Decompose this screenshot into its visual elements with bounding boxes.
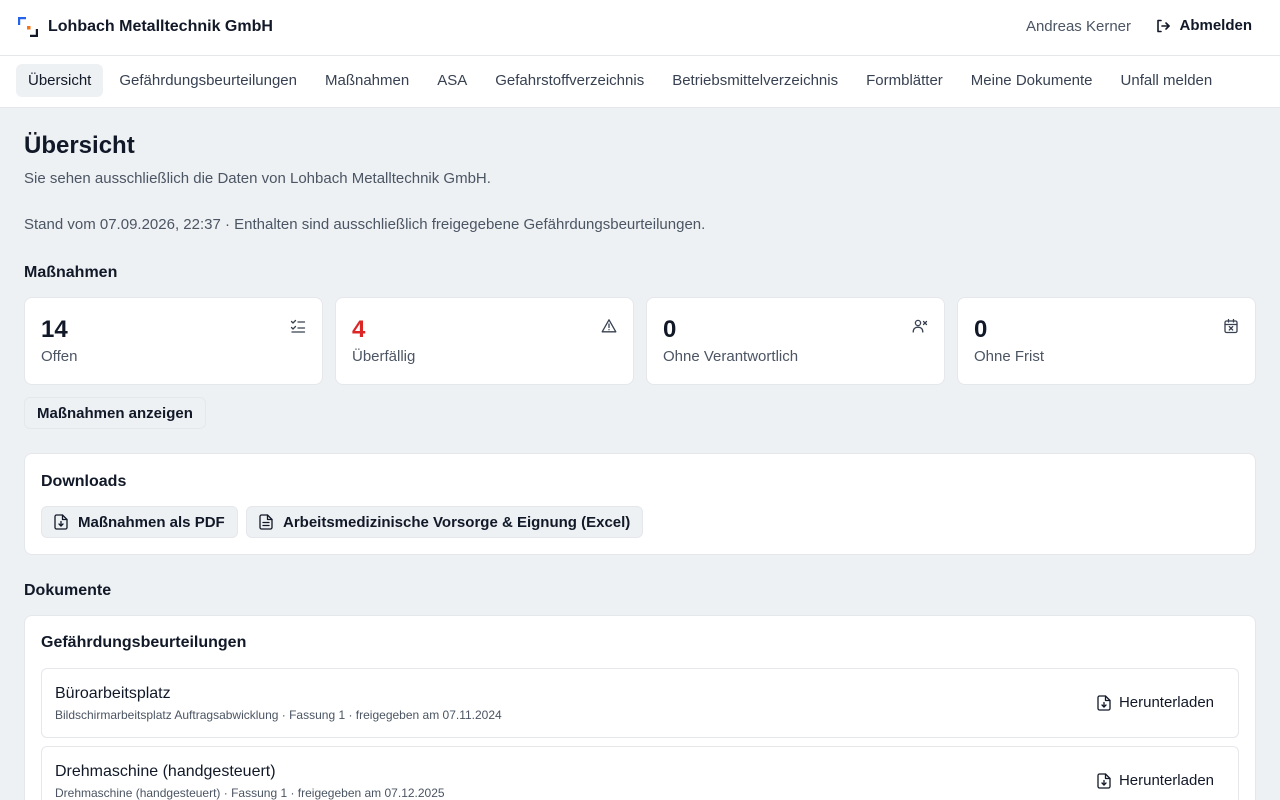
stat-card-ueberfaellig[interactable]: 4 Überfällig bbox=[335, 297, 634, 385]
main-nav: Übersicht Gefährdungsbeurteilungen Maßna… bbox=[0, 56, 1280, 108]
file-download-icon bbox=[54, 514, 68, 530]
nav-item-gefahrstoffverzeichnis[interactable]: Gefahrstoffverzeichnis bbox=[483, 64, 656, 97]
file-download-icon bbox=[1097, 694, 1111, 711]
page-title: Übersicht bbox=[24, 132, 135, 159]
stat-label: Ohne Verantwortlich bbox=[663, 348, 799, 365]
document-meta: Drehmaschine (handgesteuert) · Fassung 1… bbox=[55, 786, 445, 800]
stat-card-ohne-frist[interactable]: 0 Ohne Frist bbox=[957, 297, 1256, 385]
top-bar: Lohbach Metalltechnik GmbH Andreas Kerne… bbox=[0, 0, 1280, 56]
nav-item-asa[interactable]: ASA bbox=[425, 64, 479, 97]
checklist-icon bbox=[290, 318, 306, 334]
warning-triangle-icon bbox=[601, 318, 617, 334]
stat-card-offen[interactable]: 14 Offen bbox=[24, 297, 323, 385]
logout-button[interactable]: Abmelden bbox=[1155, 17, 1252, 34]
bracket-logo-icon bbox=[18, 17, 38, 37]
brand-name: Lohbach Metalltechnik GmbH bbox=[48, 18, 273, 35]
stat-card-ohne-verantwortlich[interactable]: 0 Ohne Verantwortlich bbox=[646, 297, 945, 385]
file-text-icon bbox=[259, 514, 273, 530]
stat-label: Überfällig bbox=[352, 348, 416, 365]
list-item: Büroarbeitsplatz Bildschirmarbeitsplatz … bbox=[41, 668, 1239, 738]
downloads-title: Downloads bbox=[41, 473, 127, 490]
stat-value: 0 bbox=[974, 316, 988, 343]
download-button-label: Maßnahmen als PDF bbox=[78, 513, 225, 531]
nav-item-unfall-melden[interactable]: Unfall melden bbox=[1109, 64, 1225, 97]
download-button[interactable]: Herunterladen bbox=[1097, 694, 1214, 711]
gefaehrdungsbeurteilungen-panel: Gefährdungsbeurteilungen Büroarbeitsplat… bbox=[24, 615, 1256, 800]
dokumente-section-title: Dokumente bbox=[24, 582, 112, 599]
stand-info: Stand vom 07.09.2026, 22:37 · Enthalten … bbox=[24, 216, 706, 233]
logout-icon bbox=[1155, 18, 1171, 34]
gefaehrdungsbeurteilungen-title: Gefährdungsbeurteilungen bbox=[41, 634, 247, 651]
user-x-icon bbox=[912, 318, 928, 334]
stat-label: Ohne Frist bbox=[974, 348, 1045, 365]
download-button-label: Arbeitsmedizinische Vorsorge & Eignung (… bbox=[283, 513, 631, 531]
nav-item-massnahmen[interactable]: Maßnahmen bbox=[313, 64, 421, 97]
download-label: Herunterladen bbox=[1118, 694, 1214, 711]
file-download-icon bbox=[1097, 772, 1111, 789]
document-meta: Bildschirmarbeitsplatz Auftragsabwicklun… bbox=[55, 708, 502, 722]
stat-value: 14 bbox=[41, 316, 68, 343]
downloads-panel: Downloads Maßnahmen als PDF Arbeitsmediz… bbox=[24, 453, 1256, 555]
list-item: Drehmaschine (handgesteuert) Drehmaschin… bbox=[41, 746, 1239, 800]
download-button[interactable]: Herunterladen bbox=[1097, 772, 1214, 789]
page-subtitle: Sie sehen ausschließlich die Daten von L… bbox=[24, 170, 491, 187]
document-title: Drehmaschine (handgesteuert) bbox=[55, 763, 276, 780]
show-massnahmen-button[interactable]: Maßnahmen anzeigen bbox=[24, 397, 206, 429]
nav-item-formblaetter[interactable]: Formblätter bbox=[854, 64, 955, 97]
brand[interactable]: Lohbach Metalltechnik GmbH bbox=[18, 17, 273, 37]
logout-label: Abmelden bbox=[1179, 17, 1252, 34]
nav-item-uebersicht[interactable]: Übersicht bbox=[16, 64, 104, 97]
stat-label: Offen bbox=[41, 348, 78, 365]
stat-value: 4 bbox=[352, 316, 366, 343]
calendar-x-icon bbox=[1223, 318, 1239, 334]
nav-item-gefaehrdungsbeurteilungen[interactable]: Gefährdungsbeurteilungen bbox=[107, 64, 309, 97]
stat-value: 0 bbox=[663, 316, 677, 343]
download-massnahmen-pdf-button[interactable]: Maßnahmen als PDF bbox=[41, 506, 238, 538]
download-vorsorge-excel-button[interactable]: Arbeitsmedizinische Vorsorge & Eignung (… bbox=[246, 506, 644, 538]
download-label: Herunterladen bbox=[1118, 772, 1214, 789]
user-name: Andreas Kerner bbox=[1025, 18, 1131, 35]
document-title: Büroarbeitsplatz bbox=[55, 685, 171, 702]
nav-item-betriebsmittelverzeichnis[interactable]: Betriebsmittelverzeichnis bbox=[660, 64, 850, 97]
massnahmen-section-title: Maßnahmen bbox=[24, 264, 118, 281]
nav-item-meine-dokumente[interactable]: Meine Dokumente bbox=[959, 64, 1105, 97]
